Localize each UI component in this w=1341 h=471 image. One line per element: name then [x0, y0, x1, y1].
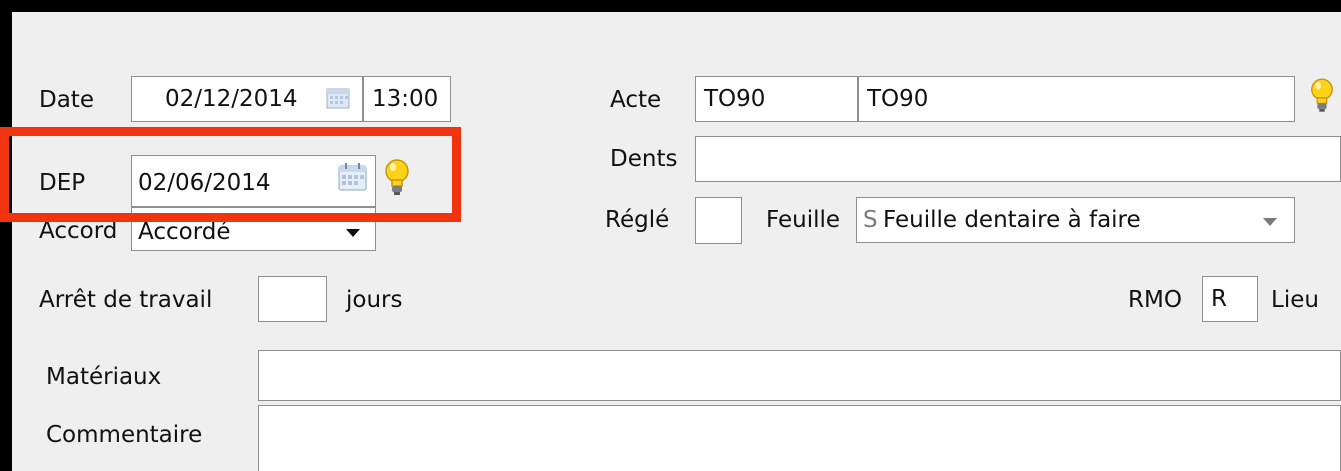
feuille-select[interactable]: S Feuille dentaire à faire [856, 197, 1295, 243]
chevron-down-icon [1263, 218, 1277, 226]
feuille-label: Feuille [766, 207, 841, 233]
time-value: 13:00 [372, 86, 439, 112]
feuille-value: Feuille dentaire à faire [883, 207, 1141, 233]
accord-label: Accord [39, 218, 118, 244]
regle-label: Réglé [605, 207, 670, 233]
acte-description-value: TO90 [867, 86, 929, 112]
date-value: 02/12/2014 [165, 86, 298, 112]
time-field[interactable]: 13:00 [363, 76, 451, 122]
dents-field[interactable] [695, 136, 1341, 182]
regle-field[interactable] [695, 197, 742, 244]
highlight-box [0, 127, 461, 222]
rmo-field[interactable]: R [1202, 276, 1258, 322]
accord-value: Accordé [138, 219, 231, 245]
rmo-label: RMO [1128, 287, 1182, 313]
acte-description-field[interactable]: TO90 [858, 76, 1295, 122]
lieu-label: Lieu [1271, 287, 1319, 313]
date-label: Date [39, 87, 94, 113]
acte-code-value: TO90 [704, 86, 766, 112]
chevron-down-icon [346, 229, 360, 237]
acte-code-field[interactable]: TO90 [695, 76, 858, 122]
calendar-icon[interactable] [325, 84, 351, 110]
arret-label: Arrêt de travail [39, 287, 213, 313]
jours-label: jours [346, 287, 403, 313]
arret-days-field[interactable] [258, 276, 327, 322]
dents-label: Dents [610, 146, 678, 172]
acte-label: Acte [610, 87, 662, 113]
commentaire-label: Commentaire [46, 422, 203, 448]
rmo-value: R [1211, 286, 1227, 312]
commentaire-field[interactable] [258, 405, 1341, 471]
materiaux-label: Matériaux [46, 364, 162, 390]
materiaux-field[interactable] [258, 350, 1341, 401]
feuille-prefix: S [863, 207, 878, 233]
lightbulb-icon[interactable] [1309, 77, 1335, 113]
